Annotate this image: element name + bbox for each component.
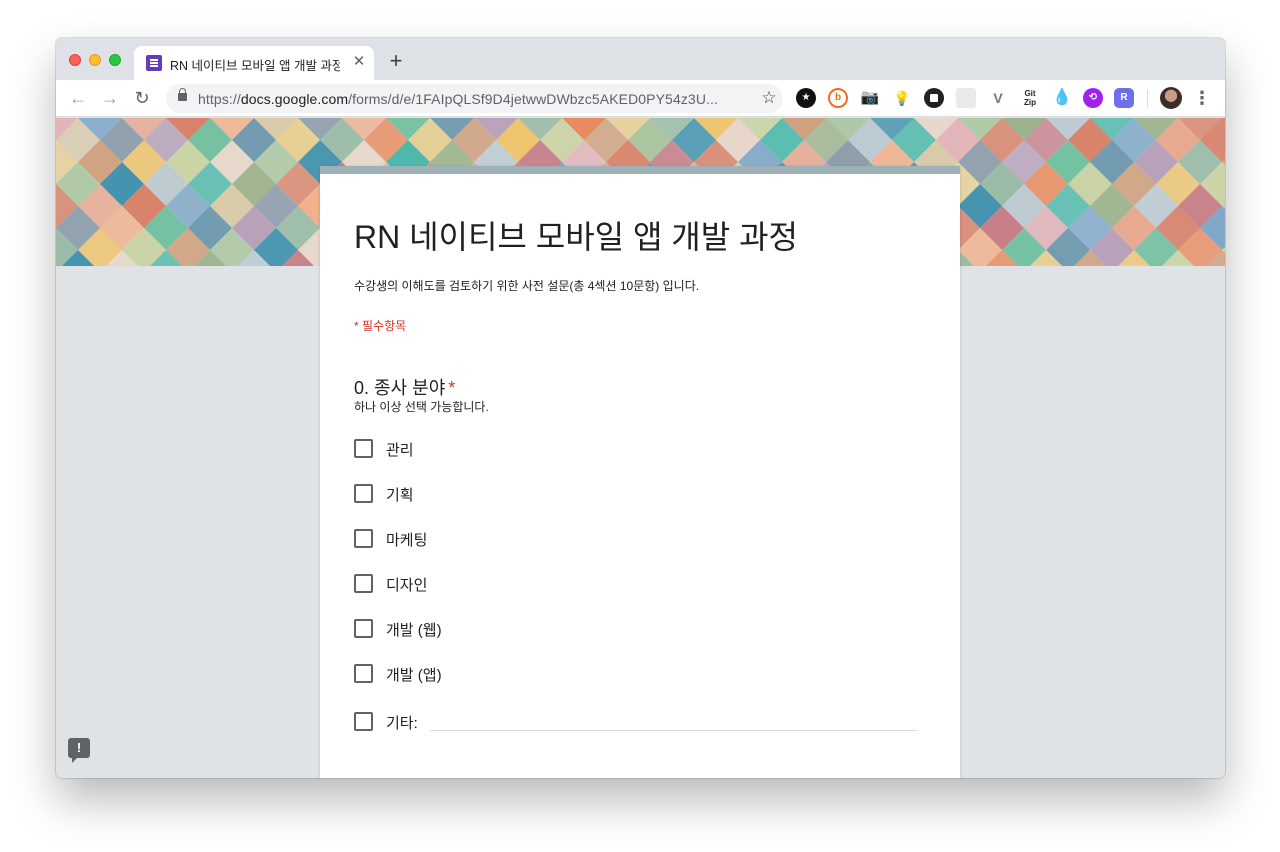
option-label[interactable]: 개발 (앱) xyxy=(386,664,442,685)
option-row-other[interactable]: 기타: xyxy=(354,710,924,732)
option-row[interactable]: 마케팅 xyxy=(354,527,924,549)
tab-title: RN 네이티브 모바일 앱 개발 과정 xyxy=(170,59,340,73)
toolbar-separator xyxy=(1147,90,1148,108)
url-host: docs.google.com xyxy=(240,91,349,107)
option-row[interactable]: 기획 xyxy=(354,482,924,504)
option-label[interactable]: 개발 (웹) xyxy=(386,619,442,640)
browser-window: RN 네이티브 모바일 앱 개발 과정 ✕ + ← → ↻ https://do… xyxy=(56,38,1225,778)
extension-b-icon[interactable]: b xyxy=(828,88,848,108)
extension-purple-icon[interactable]: ⟲ xyxy=(1083,88,1103,108)
other-text-input[interactable] xyxy=(430,730,918,731)
form-card: RN 네이티브 모바일 앱 개발 과정 수강생의 이해도를 검토하기 위한 사전… xyxy=(320,166,960,778)
extension-camera-icon[interactable]: 📷 xyxy=(860,88,880,108)
extension-r-icon[interactable]: R xyxy=(1114,88,1134,108)
lock-icon[interactable] xyxy=(178,88,187,101)
option-row[interactable]: 개발 (웹) xyxy=(354,617,924,639)
google-forms-icon xyxy=(146,55,162,71)
option-row[interactable]: 디자인 xyxy=(354,572,924,594)
required-note: * 필수항목 xyxy=(354,319,407,333)
option-label[interactable]: 기타: xyxy=(386,712,418,733)
extension-bulb-icon[interactable]: 💡 xyxy=(892,88,912,108)
checkbox[interactable] xyxy=(354,529,373,548)
bookmark-star-icon[interactable]: ☆ xyxy=(758,87,780,109)
question-title: 0. 종사 분야 * xyxy=(354,374,455,400)
profile-avatar[interactable] xyxy=(1160,87,1182,109)
extension-vue-icon[interactable]: V xyxy=(988,88,1008,108)
option-row[interactable]: 관리 xyxy=(354,437,924,459)
checkbox[interactable] xyxy=(354,484,373,503)
checkbox[interactable] xyxy=(354,712,373,731)
extension-stop-icon[interactable] xyxy=(924,88,944,108)
question-help: 하나 이상 선택 가능합니다. xyxy=(354,400,489,414)
question-title-text: 0. 종사 분야 xyxy=(354,378,446,398)
extension-gitzip-icon[interactable]: Git Zip xyxy=(1018,88,1042,108)
checkbox[interactable] xyxy=(354,619,373,638)
back-icon[interactable]: ← xyxy=(66,86,90,110)
option-label[interactable]: 마케팅 xyxy=(386,529,427,550)
url-path: /forms/d/e/1FAIpQLSf9D4jetwwDWbzc5AKED0P… xyxy=(348,91,718,107)
form-description: 수강생의 이해도를 검토하기 위한 사전 설문(총 4섹션 10문항) 입니다. xyxy=(354,279,700,293)
new-tab-button[interactable]: + xyxy=(384,50,408,74)
option-label[interactable]: 디자인 xyxy=(386,574,427,595)
checkbox[interactable] xyxy=(354,574,373,593)
close-window-button[interactable] xyxy=(69,54,81,66)
form-title: RN 네이티브 모바일 앱 개발 과정 xyxy=(354,219,798,255)
feedback-icon[interactable]: ! xyxy=(68,738,90,763)
minimize-window-button[interactable] xyxy=(89,54,101,66)
address-bar[interactable]: https://docs.google.com/forms/d/e/1FAIpQ… xyxy=(166,84,783,113)
page-viewport: RN 네이티브 모바일 앱 개발 과정 수강생의 이해도를 검토하기 위한 사전… xyxy=(56,118,1225,778)
reload-icon[interactable]: ↻ xyxy=(130,86,154,110)
tab-close-icon[interactable]: ✕ xyxy=(350,53,368,71)
extension-star-icon[interactable]: ★ xyxy=(796,88,816,108)
browser-tab[interactable]: RN 네이티브 모바일 앱 개발 과정 ✕ xyxy=(134,46,374,80)
more-menu-icon[interactable]: ⋮ xyxy=(1192,86,1212,110)
tab-strip: RN 네이티브 모바일 앱 개발 과정 ✕ + xyxy=(56,38,1225,80)
required-star: * xyxy=(448,378,456,398)
option-label[interactable]: 기획 xyxy=(386,484,414,505)
option-label[interactable]: 관리 xyxy=(386,439,414,460)
option-row[interactable]: 개발 (앱) xyxy=(354,662,924,684)
checkbox[interactable] xyxy=(354,439,373,458)
browser-toolbar: ← → ↻ https://docs.google.com/forms/d/e/… xyxy=(56,80,1225,117)
checkbox[interactable] xyxy=(354,664,373,683)
extension-drop-icon[interactable]: 💧 xyxy=(1052,88,1072,108)
forward-icon[interactable]: → xyxy=(98,86,122,110)
url-scheme: https:// xyxy=(198,91,241,107)
extension-grid-icon[interactable] xyxy=(956,88,976,108)
url-text[interactable]: https://docs.google.com/forms/d/e/1FAIpQ… xyxy=(198,91,746,107)
zoom-window-button[interactable] xyxy=(109,54,121,66)
